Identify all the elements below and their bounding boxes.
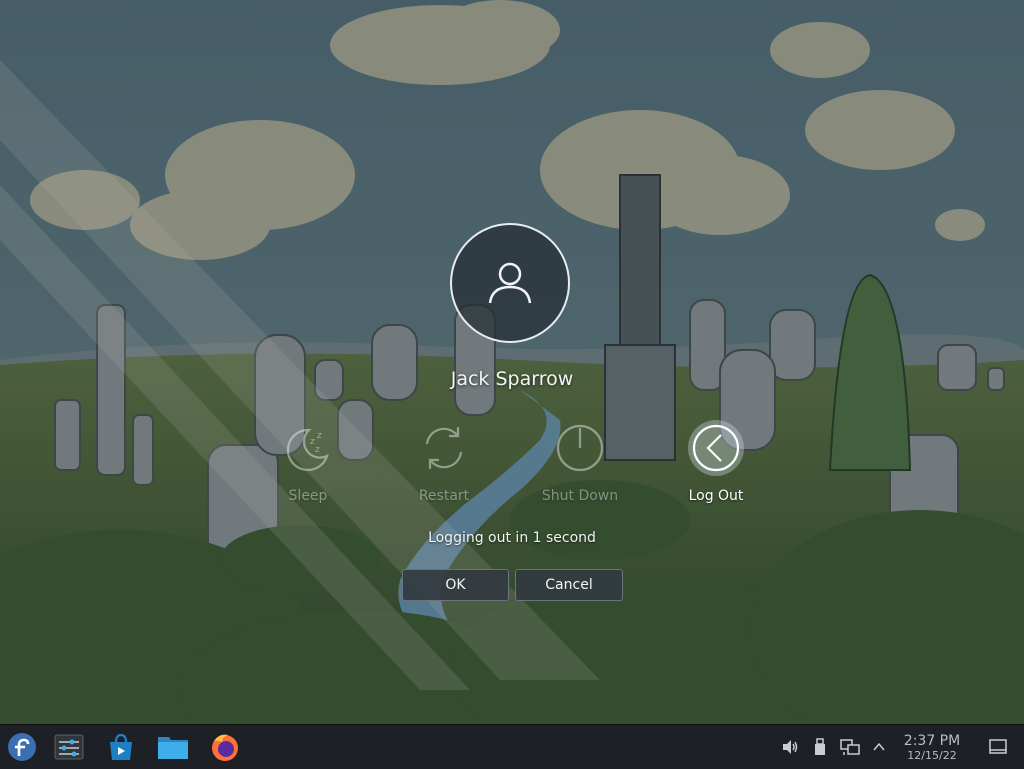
power-icon <box>556 424 604 472</box>
restart-icon <box>425 427 463 469</box>
application-launcher[interactable] <box>6 731 38 763</box>
sleep-button[interactable]: z z z Sleep <box>253 420 363 504</box>
shut-down-button[interactable]: Shut Down <box>525 420 635 504</box>
cancel-button[interactable]: Cancel <box>515 569 623 601</box>
user-name: Jack Sparrow <box>450 368 574 390</box>
logout-countdown-message: Logging out in 1 second <box>428 530 596 546</box>
sleep-label: Sleep <box>288 488 328 504</box>
fedora-logo-icon <box>8 733 36 761</box>
tray-network[interactable] <box>840 737 860 757</box>
svg-text:z: z <box>317 431 322 441</box>
logout-screen-dim-overlay <box>0 0 1024 724</box>
user-icon <box>488 262 532 304</box>
user-avatar <box>450 223 570 343</box>
clock-time[interactable]: 2:37 PM <box>897 733 967 749</box>
tray-expand-button[interactable] <box>869 737 889 757</box>
chevron-up-icon <box>873 742 885 751</box>
taskbar: 2:37 PM 12/15/22 <box>0 724 1024 769</box>
svg-text:z: z <box>315 445 320 455</box>
tray-usb-device[interactable] <box>810 737 830 757</box>
ok-button[interactable]: OK <box>402 569 509 601</box>
log-out-label: Log Out <box>688 488 744 504</box>
tray-volume[interactable] <box>780 737 800 757</box>
show-desktop-button[interactable] <box>988 737 1008 757</box>
volume-icon <box>783 740 798 754</box>
moon-sleep-icon: z z z <box>286 428 329 472</box>
taskbar-firefox[interactable] <box>209 731 241 763</box>
system-settings-icon <box>54 734 84 760</box>
taskbar-system-settings[interactable] <box>53 731 85 763</box>
clock-date[interactable]: 12/15/22 <box>897 749 967 762</box>
shut-down-label: Shut Down <box>541 488 619 504</box>
restart-label: Restart <box>418 488 470 504</box>
taskbar-software-center[interactable] <box>105 731 137 763</box>
network-icon <box>840 739 860 755</box>
restart-button[interactable]: Restart <box>389 420 499 504</box>
chevron-left-icon <box>692 424 740 472</box>
usb-device-icon <box>815 738 825 755</box>
software-center-icon <box>110 733 132 760</box>
log-out-button[interactable]: Log Out <box>661 420 771 504</box>
show-desktop-icon <box>989 739 1007 754</box>
file-manager-icon <box>158 737 188 759</box>
firefox-icon <box>212 734 238 761</box>
taskbar-file-manager[interactable] <box>157 731 189 763</box>
